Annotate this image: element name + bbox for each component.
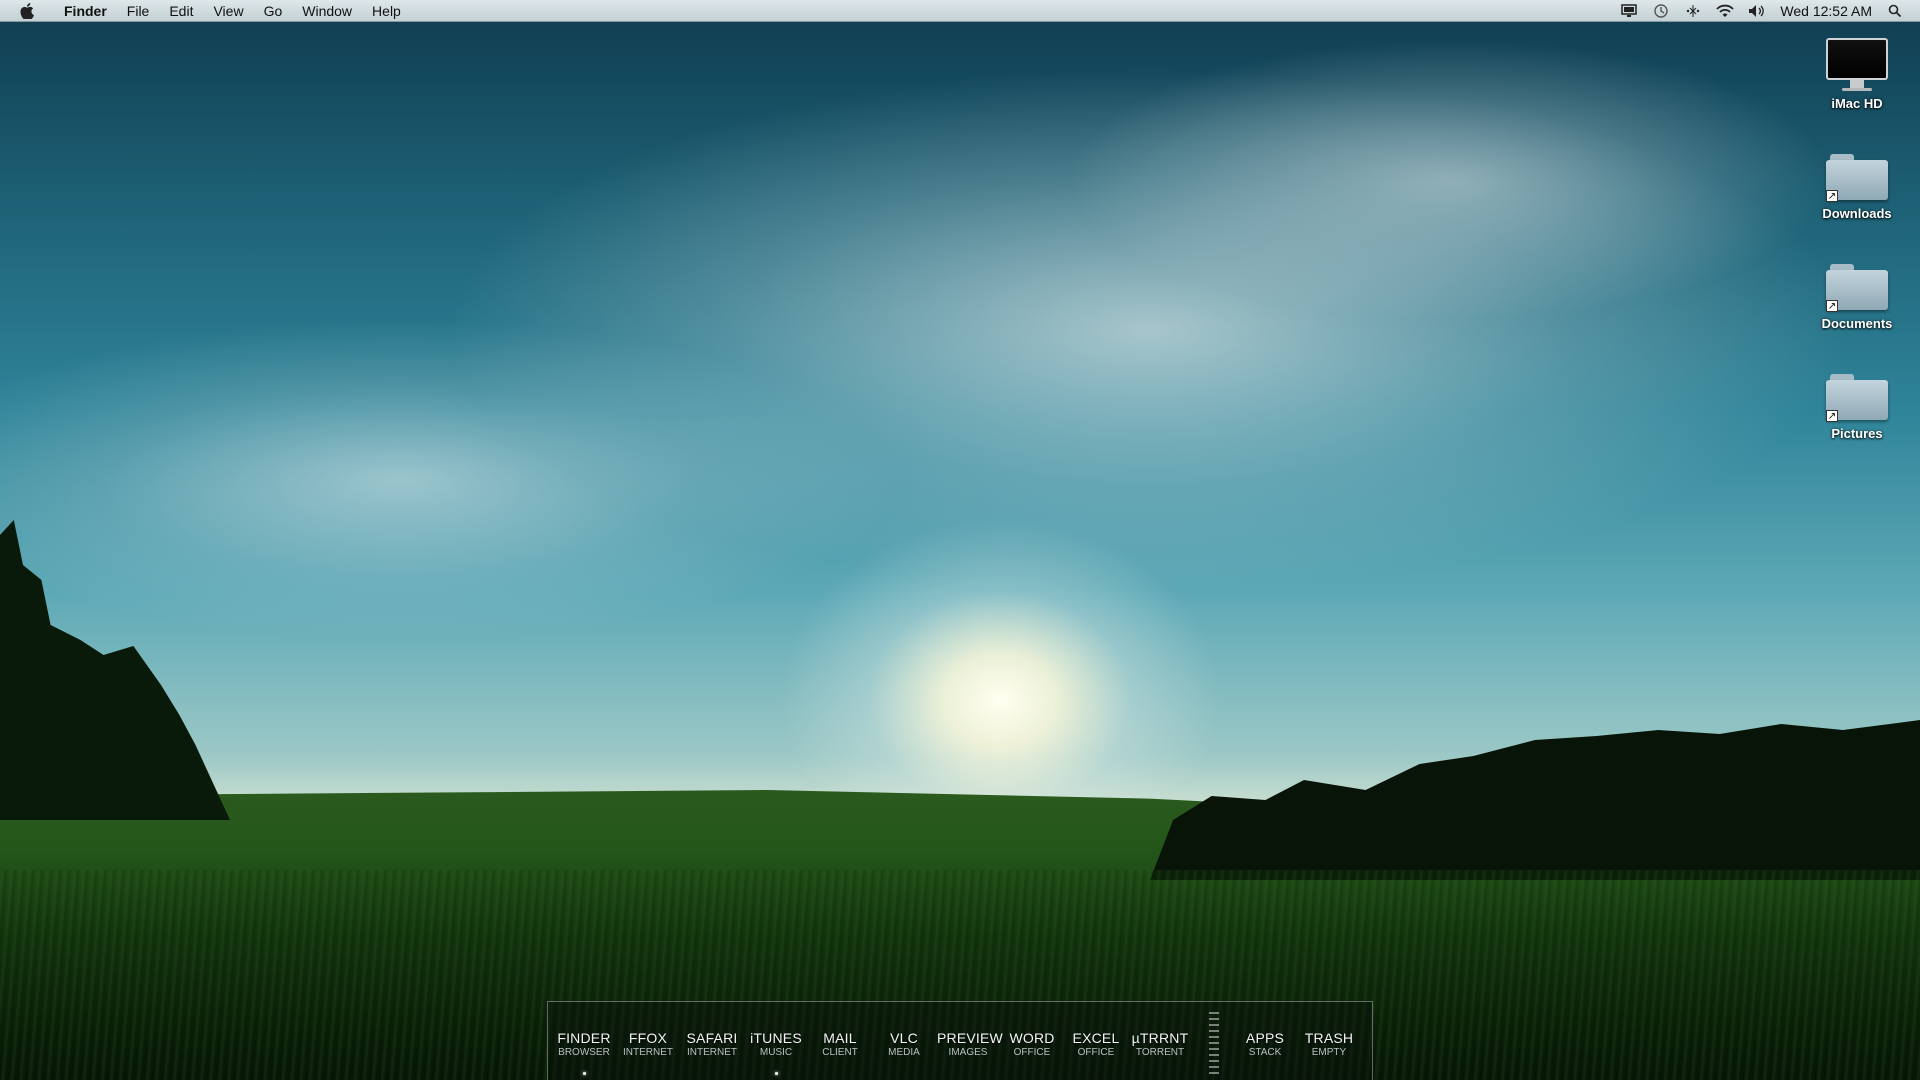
desktop-icon-pictures[interactable]: ↗ Pictures xyxy=(1802,372,1912,441)
menu-bar: Finder File Edit View Go Window Help Wed… xyxy=(0,0,1920,22)
dock-item-finder[interactable]: FINDER BROWSER xyxy=(553,1030,615,1058)
dock-item-subtitle: MUSIC xyxy=(759,1047,793,1058)
folder-icon: ↗ xyxy=(1826,262,1888,312)
desktop-wallpaper: Finder File Edit View Go Window Help Wed… xyxy=(0,0,1920,1080)
dock-item-subtitle: STACK xyxy=(1248,1047,1282,1058)
menu-file[interactable]: File xyxy=(117,3,160,19)
dock-item-subtitle: MEDIA xyxy=(888,1047,920,1058)
desktop-icon-label: Documents xyxy=(1821,316,1893,331)
dock-item-name: WORD xyxy=(1009,1030,1055,1046)
display-icon[interactable] xyxy=(1620,3,1638,19)
desktop-icon-downloads[interactable]: ↗ Downloads xyxy=(1802,152,1912,221)
dock: FINDER BROWSER FFOX INTERNET SAFARI INTE… xyxy=(547,1001,1373,1080)
desktop-icon-documents[interactable]: ↗ Documents xyxy=(1802,262,1912,331)
dock-item-subtitle: CLIENT xyxy=(822,1047,858,1058)
dock-item-itunes[interactable]: iTUNES MUSIC xyxy=(745,1030,807,1058)
menu-window[interactable]: Window xyxy=(292,3,362,19)
desktop-icon-imac-hd[interactable]: iMac HD xyxy=(1802,38,1912,111)
dock-item-subtitle: INTERNET xyxy=(623,1047,673,1058)
dock-item-subtitle: OFFICE xyxy=(1077,1047,1115,1058)
wifi-icon[interactable] xyxy=(1716,3,1735,19)
dock-item-name: iTUNES xyxy=(750,1030,802,1046)
dock-item-name: EXCEL xyxy=(1072,1030,1120,1046)
volume-icon[interactable] xyxy=(1748,3,1766,19)
dock-item-vlc[interactable]: VLC MEDIA xyxy=(873,1030,935,1058)
left-tree xyxy=(0,520,230,820)
desktop-icon-label: Downloads xyxy=(1822,206,1892,221)
running-indicator-itunes xyxy=(775,1072,778,1075)
desktop-icon-label: Pictures xyxy=(1831,426,1883,441)
menu-view[interactable]: View xyxy=(203,3,253,19)
running-indicator-finder xyxy=(583,1072,586,1075)
dock-item-subtitle: IMAGES xyxy=(948,1047,988,1058)
dock-item-excel[interactable]: EXCEL OFFICE xyxy=(1065,1030,1127,1058)
dock-item-name: TRASH xyxy=(1304,1030,1354,1046)
menu-clock[interactable]: Wed 12:52 AM xyxy=(1780,3,1872,19)
menu-go[interactable]: Go xyxy=(254,3,293,19)
dock-item-firefox[interactable]: FFOX INTERNET xyxy=(617,1030,679,1058)
folder-icon: ↗ xyxy=(1826,152,1888,202)
spotlight-icon[interactable] xyxy=(1886,3,1904,19)
dock-item-name: FFOX xyxy=(628,1030,668,1046)
dock-item-name: SAFARI xyxy=(686,1030,738,1046)
dock-item-word[interactable]: WORD OFFICE xyxy=(1001,1030,1063,1058)
menu-app-finder[interactable]: Finder xyxy=(54,3,117,19)
dock-item-name: PREVIEW xyxy=(937,1030,1003,1046)
dock-item-subtitle: EMPTY xyxy=(1311,1047,1347,1058)
apple-menu-icon[interactable] xyxy=(18,2,36,20)
hard-drive-icon xyxy=(1826,38,1888,92)
dock-item-name: MAIL xyxy=(823,1030,857,1046)
bluetooth-icon[interactable] xyxy=(1684,3,1702,19)
dock-item-subtitle: INTERNET xyxy=(687,1047,737,1058)
folder-icon: ↗ xyxy=(1826,372,1888,422)
dock-item-preview[interactable]: PREVIEW IMAGES xyxy=(937,1030,1003,1058)
dock-item-subtitle: TORRENT xyxy=(1135,1047,1185,1058)
dock-item-mail[interactable]: MAIL CLIENT xyxy=(809,1030,871,1058)
dock-item-trash[interactable]: TRASH EMPTY xyxy=(1298,1030,1360,1058)
dock-item-subtitle: OFFICE xyxy=(1013,1047,1051,1058)
dock-item-safari[interactable]: SAFARI INTERNET xyxy=(681,1030,743,1058)
desktop-icon-label: iMac HD xyxy=(1831,96,1883,111)
treeline xyxy=(1150,720,1920,880)
time-machine-icon[interactable] xyxy=(1652,3,1670,19)
dock-item-utorrent[interactable]: µTRRNT TORRENT xyxy=(1129,1030,1191,1058)
dock-item-apps-stack[interactable]: APPS STACK xyxy=(1234,1030,1296,1058)
dock-item-subtitle: BROWSER xyxy=(558,1047,610,1058)
dock-item-name: µTRRNT xyxy=(1131,1030,1189,1046)
menu-edit[interactable]: Edit xyxy=(159,3,203,19)
dock-separator xyxy=(1209,1012,1219,1074)
dock-item-name: VLC xyxy=(890,1030,918,1046)
status-area: Wed 12:52 AM xyxy=(1620,3,1920,19)
dock-item-name: FINDER xyxy=(557,1030,611,1046)
dock-item-name: APPS xyxy=(1245,1030,1285,1046)
menu-help[interactable]: Help xyxy=(362,3,411,19)
